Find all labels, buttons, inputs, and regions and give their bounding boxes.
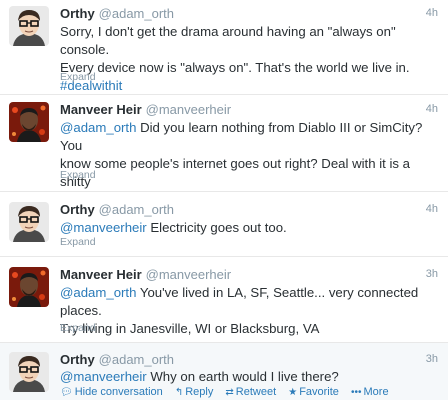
orthy-avatar[interactable] <box>9 352 49 392</box>
more-label: More <box>363 386 389 398</box>
more-dots-icon: ••• <box>351 387 362 398</box>
expand-link[interactable]: Expand <box>60 236 96 248</box>
tweet-text: Sorry, I don't get the drama around havi… <box>60 23 438 95</box>
tweet-time[interactable]: 4h <box>426 203 438 215</box>
expand-link[interactable]: Expand <box>60 71 96 83</box>
author-name[interactable]: Orthy <box>60 202 95 217</box>
orthy-avatar[interactable] <box>9 6 49 46</box>
tweet-text-line: Every device now is "always on". That's … <box>60 60 410 75</box>
author-handle[interactable]: @manveerheir <box>146 102 231 117</box>
expand-link[interactable]: Expand <box>60 169 96 181</box>
favorite-star-icon: ★ <box>288 387 298 398</box>
tweet-text-line: Try living in Janesville, WI or Blacksbu… <box>60 321 320 336</box>
author-name[interactable]: Orthy <box>60 352 95 367</box>
author-handle[interactable]: @adam_orth <box>99 6 174 21</box>
tweet-text: @manveerheir Electricity goes out too. <box>60 219 438 237</box>
more-button[interactable]: ••• More <box>351 386 389 398</box>
tweet-orthy-2[interactable]: Orthy @adam_orth 4h @manveerheir Electric… <box>0 192 448 257</box>
author-handle[interactable]: @adam_orth <box>99 202 174 217</box>
orthy-avatar[interactable] <box>9 202 49 242</box>
author-handle[interactable]: @manveerheir <box>146 267 231 282</box>
tweet-text-line: know some people's internet goes out rig… <box>60 156 410 189</box>
tweet-orthy-1[interactable]: Orthy @adam_orth 4h Sorry, I don't get th… <box>0 0 448 95</box>
mention-link[interactable]: @adam_orth <box>60 120 136 135</box>
tweet-text-segment: Why on earth would I live there? <box>146 369 339 384</box>
tweet-text-segment: Electricity goes out too. <box>146 220 287 235</box>
tweet-manveer-1[interactable]: Manveer Heir @manveerheir 4h @adam_orth D… <box>0 95 448 207</box>
favorite-button[interactable]: ★ Favorite <box>288 386 339 398</box>
speech-bubble-icon: 💬︎ <box>60 387 73 398</box>
manveer-avatar[interactable] <box>9 267 49 307</box>
tweet-header: Manveer Heir @manveerheir <box>60 102 231 117</box>
tweet-time[interactable]: 4h <box>426 7 438 19</box>
tweet-text: @manveerheir Why on earth would I live t… <box>60 368 438 386</box>
mention-link[interactable]: @manveerheir <box>60 369 147 384</box>
tweet-orthy-3[interactable]: Orthy @adam_orth 3h @manveerheir Why on e… <box>0 343 448 400</box>
retweet-button[interactable]: ⇄ Retweet <box>225 386 276 398</box>
mention-link[interactable]: @manveerheir <box>60 220 147 235</box>
tweet-time[interactable]: 3h <box>426 268 438 280</box>
reply-label: Reply <box>185 386 214 398</box>
tweet-manveer-2[interactable]: Manveer Heir @manveerheir 3h @adam_orth Y… <box>0 257 448 343</box>
hide-conversation-button[interactable]: 💬︎ Hide conversation <box>60 386 163 398</box>
tweet-header: Orthy @adam_orth <box>60 352 174 367</box>
tweet-header: Orthy @adam_orth <box>60 6 174 21</box>
tweet-header: Orthy @adam_orth <box>60 202 174 217</box>
tweet-time[interactable]: 4h <box>426 103 438 115</box>
reply-icon: ↰ <box>174 387 184 398</box>
tweet-time[interactable]: 3h <box>426 353 438 365</box>
tweet-header: Manveer Heir @manveerheir <box>60 267 231 282</box>
author-name[interactable]: Manveer Heir <box>60 267 142 282</box>
tweet-actions: 💬︎ Hide conversation ↰ Reply ⇄ Retweet ★ Fav… <box>60 386 398 398</box>
manveer-avatar[interactable] <box>9 102 49 142</box>
reply-button[interactable]: ↰ Reply <box>175 386 214 398</box>
retweet-label: Retweet <box>235 386 277 398</box>
author-name[interactable]: Orthy <box>60 6 95 21</box>
mention-link[interactable]: @adam_orth <box>60 285 136 300</box>
author-name[interactable]: Manveer Heir <box>60 102 142 117</box>
tweet-text-line: Sorry, I don't get the drama around havi… <box>60 24 396 57</box>
favorite-label: Favorite <box>299 386 339 398</box>
expand-link[interactable]: Expand <box>60 322 96 334</box>
author-handle[interactable]: @adam_orth <box>99 352 174 367</box>
retweet-icon: ⇄ <box>225 387 234 398</box>
hide-conversation-label: Hide conversation <box>74 386 163 398</box>
tweet-text: @adam_orth You've lived in LA, SF, Seatt… <box>60 284 438 338</box>
